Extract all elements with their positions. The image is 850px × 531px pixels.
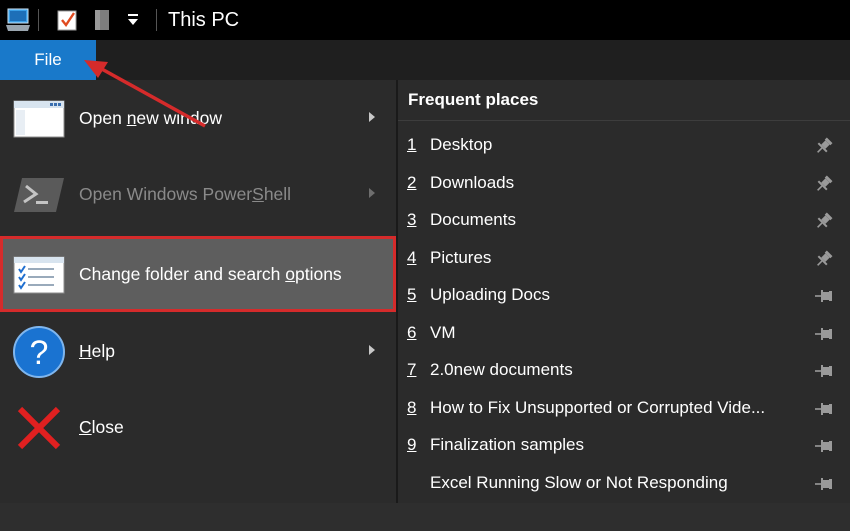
frequent-place-name: Desktop <box>430 135 493 154</box>
frequent-place-name: Excel Running Slow or Not Responding <box>430 472 728 492</box>
pinned-icon[interactable] <box>814 249 834 269</box>
frequent-place-item[interactable]: 6 VM <box>398 315 850 352</box>
help-icon: ? <box>13 326 65 378</box>
status-bar <box>0 503 850 531</box>
frequent-place-name: VM <box>430 322 456 342</box>
new-folder-icon[interactable] <box>93 8 111 32</box>
frequent-place-item[interactable]: 8 How to Fix Unsupported or Corrupted Vid… <box>398 390 850 427</box>
frequent-place-number: 6 <box>407 322 417 342</box>
pinned-icon[interactable] <box>814 211 834 231</box>
menu-item-label: Open Windows PowerShell <box>79 184 292 204</box>
customize-toolbar-icon[interactable] <box>127 13 139 27</box>
frequent-place-item[interactable]: 4 Pictures <box>398 240 850 277</box>
unpinned-icon[interactable] <box>814 436 834 456</box>
frequent-place-number: 3 <box>407 210 417 229</box>
frequent-place-name: 2.0new documents <box>430 360 573 379</box>
menu-item-change-folder-and-search-options[interactable]: Change folder and search options <box>0 236 396 312</box>
file-menu: Open new window Open Windows PowerShell … <box>0 80 396 503</box>
this-pc-icon[interactable] <box>4 7 32 33</box>
menu-item-label: Help <box>79 341 115 361</box>
frequent-place-name: Finalization samples <box>430 435 585 454</box>
file-tab[interactable]: File <box>0 40 96 80</box>
frequent-place-name: Uploading Docs <box>430 285 551 304</box>
unpinned-icon[interactable] <box>814 399 834 419</box>
menu-item-help[interactable]: ? Help <box>0 313 396 389</box>
window-icon <box>13 100 65 138</box>
frequent-place-number: 4 <box>407 247 417 267</box>
frequent-place-item[interactable]: 3 Documents <box>398 202 850 239</box>
menu-item-close[interactable]: Close <box>0 389 396 465</box>
frequent-place-item[interactable]: 1 Desktop <box>398 127 850 164</box>
unpinned-icon[interactable] <box>814 361 834 381</box>
menu-item-open-new-window[interactable]: Open new window <box>0 80 396 156</box>
pinned-icon[interactable] <box>814 136 834 156</box>
menu-item-open-windows-powershell[interactable]: Open Windows PowerShell <box>0 156 396 232</box>
unpinned-icon[interactable] <box>814 286 834 306</box>
frequent-place-number: 9 <box>407 435 417 454</box>
frequent-place-name: Downloads <box>430 172 515 192</box>
chevron-right-icon <box>369 188 375 198</box>
frequent-places-panel: Frequent places 1 Desktop 2 Downloads 3 Docum… <box>398 80 850 503</box>
ribbon-bar <box>0 40 850 80</box>
menu-item-label: Close <box>79 417 124 437</box>
frequent-place-item[interactable]: Excel Running Slow or Not Responding <box>398 465 850 502</box>
frequent-place-number: 7 <box>407 360 417 379</box>
folder-options-icon <box>13 256 65 294</box>
frequent-place-item[interactable]: 5 Uploading Docs <box>398 277 850 314</box>
frequent-places-title: Frequent places <box>408 90 539 109</box>
title-separator <box>38 9 39 31</box>
unpinned-icon[interactable] <box>814 324 834 344</box>
frequent-place-name: Pictures <box>430 247 492 267</box>
frequent-place-item[interactable]: 9 Finalization samples <box>398 427 850 464</box>
pinned-icon[interactable] <box>814 174 834 194</box>
powershell-icon <box>14 178 64 212</box>
title-bar: This PC <box>0 0 850 40</box>
menu-item-label: Open new window <box>79 108 223 128</box>
unpinned-icon[interactable] <box>814 474 834 494</box>
frequent-place-name: Documents <box>430 210 516 229</box>
title-separator <box>156 9 157 31</box>
properties-icon[interactable] <box>56 8 80 32</box>
frequent-place-number: 1 <box>407 135 417 154</box>
chevron-right-icon <box>369 112 375 122</box>
frequent-place-number: 8 <box>407 397 417 417</box>
frequent-place-item[interactable]: 7 2.0new documents <box>398 352 850 389</box>
menu-item-label: Change folder and search options <box>79 264 342 284</box>
frequent-place-number: 2 <box>407 172 417 192</box>
frequent-place-number: 5 <box>407 285 417 304</box>
chevron-right-icon <box>369 345 375 355</box>
svg-text:?: ? <box>30 334 49 372</box>
window-title: This PC <box>168 9 240 31</box>
frequent-place-name: How to Fix Unsupported or Corrupted Vide… <box>430 397 766 417</box>
frequent-place-item[interactable]: 2 Downloads <box>398 165 850 202</box>
close-icon <box>17 406 61 450</box>
frequent-places-rule <box>398 120 850 121</box>
